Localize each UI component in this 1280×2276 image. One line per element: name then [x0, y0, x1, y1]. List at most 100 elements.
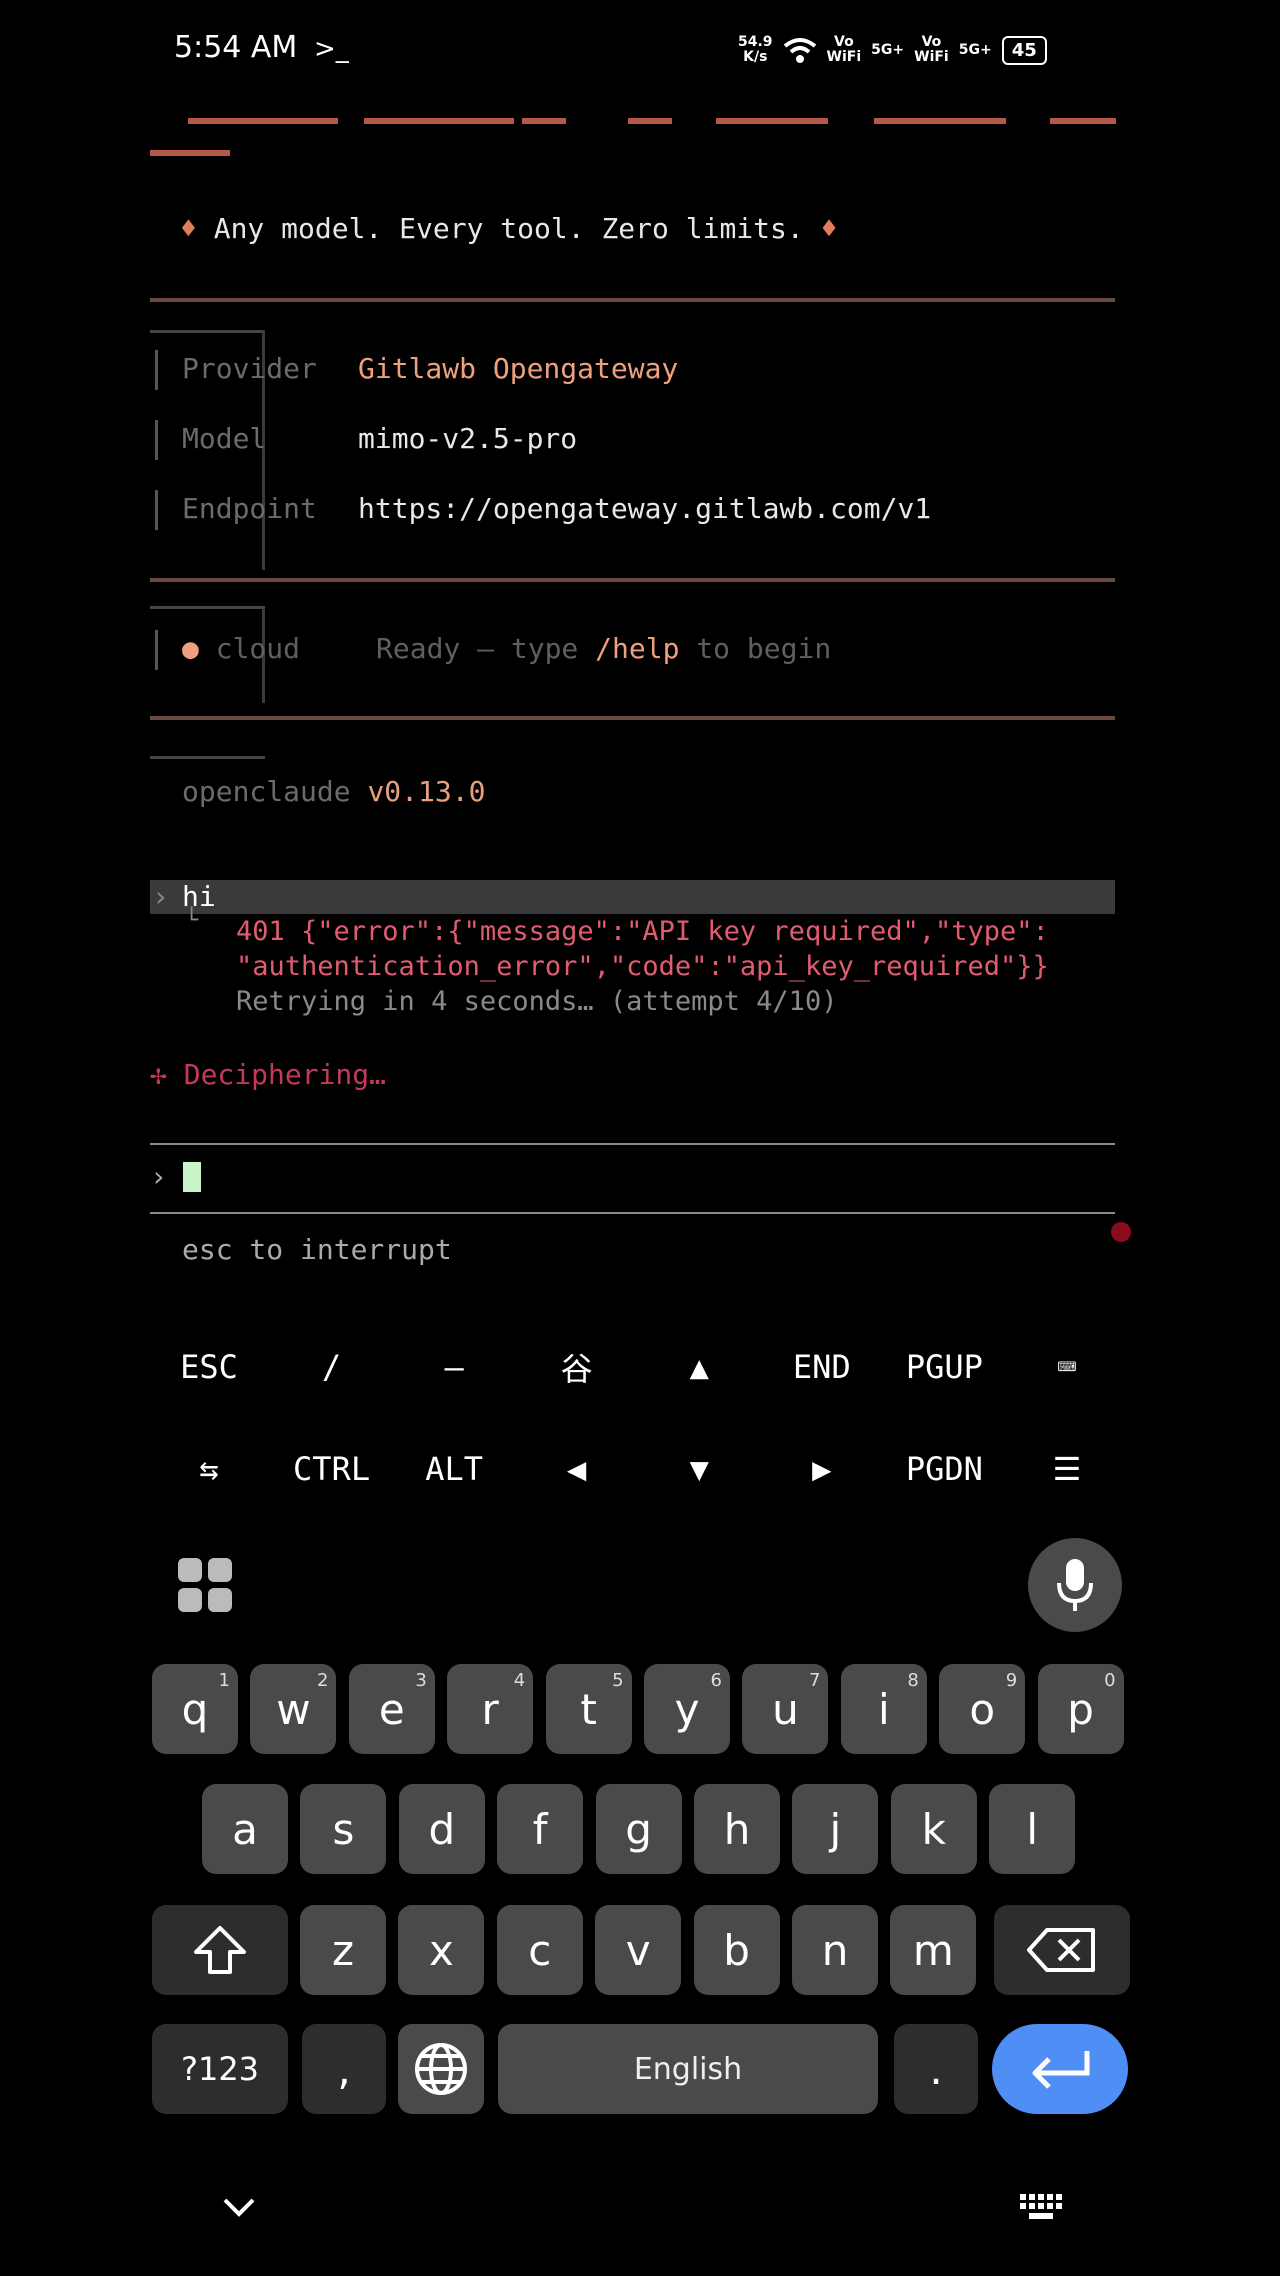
key-ctrl[interactable]: CTRL [271, 1450, 393, 1488]
spinner-icon: ✢ [150, 1058, 167, 1091]
key-left[interactable]: ◀ [516, 1450, 638, 1488]
diamond-icon: ♦ [820, 212, 838, 245]
globe-icon[interactable] [398, 2024, 484, 2114]
tree-connector: └ [185, 908, 199, 933]
key-j[interactable]: j [792, 1784, 879, 1874]
key-alt[interactable]: ALT [393, 1450, 515, 1488]
ready-message: Ready — type /help to begin [376, 632, 831, 665]
network-speed: 54.9 K/s [738, 34, 773, 65]
key-x[interactable]: x [398, 1905, 485, 1995]
key-i[interactable]: i8 [840, 1664, 927, 1754]
app-version: v0.13.0 [367, 775, 486, 808]
key-l[interactable]: l [989, 1784, 1076, 1874]
key-k[interactable]: k [890, 1784, 977, 1874]
wifi-icon [783, 38, 816, 63]
prompt-input[interactable] [183, 1162, 201, 1192]
key-slash[interactable]: / [271, 1348, 393, 1386]
key-up[interactable]: ▲ [638, 1348, 760, 1386]
key-alt-label: 8 [907, 1670, 919, 1691]
key-alt-label: 3 [415, 1670, 427, 1691]
key-alt-label: 9 [1005, 1670, 1018, 1691]
error-line-2: "authentication_error","code":"api_key_r… [236, 951, 1049, 982]
key-h[interactable]: h [694, 1784, 780, 1874]
ready-row: ● cloud [182, 632, 300, 665]
tagline-text: Any model. Every tool. Zero limits. [213, 212, 804, 245]
key-pgup[interactable]: PGUP [883, 1348, 1005, 1386]
model-value: mimo-v2.5-pro [358, 422, 578, 455]
error-line-1: 401 {"error":{"message":"API key require… [236, 916, 1049, 947]
key-p[interactable]: p0 [1037, 1664, 1124, 1754]
hint-text: esc to interrupt [182, 1233, 452, 1266]
key-label: e [378, 1684, 405, 1734]
ready-pre: Ready — type [376, 632, 579, 665]
prompt-chevron: › [150, 1160, 167, 1193]
signal-5g-icon-2: 5G+ [958, 41, 992, 58]
key-alt-label: 7 [808, 1670, 821, 1691]
chevron-down-icon[interactable] [222, 2196, 256, 2222]
key-alt-label: 6 [710, 1670, 722, 1691]
status-time: 5:54 AM [174, 30, 298, 65]
key-home[interactable]: 谷 [516, 1344, 638, 1390]
space-key[interactable]: English [498, 2024, 878, 2114]
key-u[interactable]: u7 [742, 1664, 829, 1754]
retry-line: Retrying in 4 seconds… (attempt 4/10) [236, 986, 838, 1017]
key-alt-label: 2 [316, 1670, 329, 1691]
key-g[interactable]: g [595, 1784, 682, 1874]
user-message: › hi [150, 880, 1115, 914]
keyboard-toggle-icon[interactable]: ⌨ [1006, 1348, 1128, 1386]
key-label: o [969, 1684, 996, 1734]
period-key[interactable]: . [894, 2024, 978, 2114]
key-label: i [877, 1684, 890, 1734]
diamond-icon: ♦ [180, 212, 197, 245]
key-label: q [181, 1684, 209, 1734]
backspace-icon[interactable] [994, 1905, 1130, 1995]
spinner-status: ✢ Deciphering… [150, 1058, 386, 1091]
model-label: Model [182, 422, 267, 455]
key-s[interactable]: s [300, 1784, 387, 1874]
menu-icon[interactable]: ☰ [1006, 1450, 1128, 1488]
key-w[interactable]: w2 [250, 1664, 337, 1754]
key-end[interactable]: END [761, 1348, 883, 1386]
key-t[interactable]: t5 [545, 1664, 632, 1754]
key-tab[interactable]: ⇆ [148, 1450, 270, 1488]
terminal-app-icon: >_ [314, 34, 349, 64]
key-alt-label: 0 [1104, 1670, 1116, 1691]
symbols-key[interactable]: ?123 [152, 2024, 288, 2114]
keyboard-icon[interactable] [1018, 2192, 1068, 2226]
status-icons: 54.9 K/s Vo WiFi 5G+ Vo WiFi 5G+ 45 [738, 30, 1047, 70]
key-label: y [674, 1684, 700, 1734]
extra-keys-row-2: ⇆ CTRL ALT ◀ ▼ ▶ PGDN ☰ [148, 1444, 1128, 1494]
spinner-text: Deciphering… [183, 1058, 387, 1091]
key-m[interactable]: m [890, 1905, 977, 1995]
prompt-bottom-rule [150, 1212, 1115, 1214]
enter-icon[interactable] [992, 2024, 1128, 2114]
key-d[interactable]: d [398, 1784, 485, 1874]
key-e[interactable]: e3 [348, 1664, 435, 1754]
key-f[interactable]: f [497, 1784, 584, 1874]
comma-key[interactable]: , [302, 2024, 386, 2114]
key-r[interactable]: r4 [447, 1664, 534, 1754]
key-a[interactable]: a [202, 1784, 288, 1874]
key-z[interactable]: z [300, 1905, 386, 1995]
key-label: p [1067, 1684, 1094, 1734]
key-o[interactable]: o9 [939, 1664, 1026, 1754]
signal-5g-icon: 5G+ [871, 41, 905, 58]
key-v[interactable]: v [595, 1905, 682, 1995]
provider-value: Gitlawb Opengateway [358, 352, 679, 385]
key-y[interactable]: y6 [644, 1664, 730, 1754]
key-n[interactable]: n [792, 1905, 878, 1995]
version-line: openclaude v0.13.0 [182, 775, 485, 808]
key-dash[interactable]: — [393, 1348, 515, 1386]
key-down[interactable]: ▼ [638, 1450, 760, 1488]
key-right[interactable]: ▶ [761, 1450, 883, 1488]
key-q[interactable]: q1 [152, 1664, 238, 1754]
shift-icon[interactable] [152, 1905, 288, 1995]
key-alt-label: 1 [218, 1670, 230, 1691]
recording-dot [1111, 1222, 1131, 1242]
key-pgdn[interactable]: PGDN [883, 1450, 1005, 1488]
grid-icon[interactable] [178, 1558, 232, 1616]
key-c[interactable]: c [496, 1905, 583, 1995]
key-b[interactable]: b [693, 1905, 780, 1995]
microphone-icon[interactable] [1028, 1538, 1122, 1632]
key-esc[interactable]: ESC [148, 1348, 270, 1386]
